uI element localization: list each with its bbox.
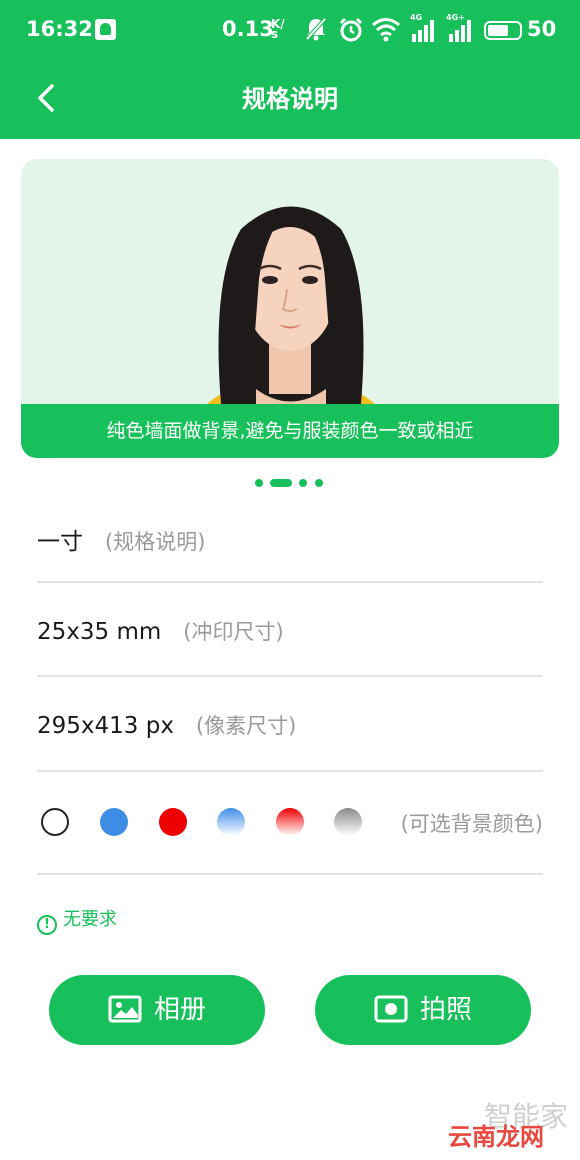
camera-label: 拍照 <box>419 995 472 1025</box>
spec-row-size: 一寸 (规格说明) <box>37 488 543 583</box>
spec-row-print-size: 25x35 mm (冲印尺寸) <box>37 582 543 677</box>
camera-button[interactable]: 拍照 <box>315 975 531 1045</box>
battery-level: 50 <box>527 17 557 41</box>
spec-pixel-size-value: 295x413 px <box>37 713 174 739</box>
background-color-note: (可选背景颜色) <box>400 812 543 836</box>
album-button[interactable]: 相册 <box>49 975 265 1045</box>
network-speed: 0.13 <box>222 17 274 41</box>
network-type-1: 4G <box>410 13 423 22</box>
mute-bell-icon <box>305 17 327 41</box>
requirement-text: 无要求 <box>63 909 117 930</box>
swatch-gray-gradient[interactable] <box>334 808 362 836</box>
watermark-logo: 云南龙网 <box>448 1123 544 1151</box>
camera-icon <box>374 995 408 1023</box>
banner-caption: 纯色墙面做背景,避免与服装颜色一致或相近 <box>21 404 559 458</box>
spec-size-value: 一寸 <box>37 529 83 555</box>
spec-pixel-size-note: (像素尺寸) <box>195 714 297 738</box>
album-label: 相册 <box>153 995 206 1025</box>
alarm-icon <box>339 17 363 42</box>
carousel-dot-active[interactable] <box>270 479 292 487</box>
carousel-dot[interactable] <box>299 479 307 487</box>
swatch-white[interactable] <box>41 808 69 836</box>
carousel-dot[interactable] <box>255 479 263 487</box>
app-header: 规格说明 <box>0 62 580 139</box>
status-bar: 16:32 0.13 K/s 4G 4G+ 50 <box>0 0 580 62</box>
network-type-2: 4G+ <box>446 13 465 22</box>
background-color-options: (可选背景颜色) <box>37 771 543 875</box>
spec-size-note: (规格说明) <box>105 530 206 554</box>
spec-row-pixel-size: 295x413 px (像素尺寸) <box>37 677 543 772</box>
example-banner[interactable]: 纯色墙面做背景,避免与服装颜色一致或相近 <box>21 159 559 458</box>
swatch-blue[interactable] <box>100 808 128 836</box>
notification-icon <box>95 19 116 40</box>
spec-print-size-note: (冲印尺寸) <box>183 620 284 644</box>
carousel-dot[interactable] <box>315 479 323 487</box>
wifi-icon <box>372 18 400 42</box>
battery-icon <box>484 21 522 40</box>
swatch-blue-gradient[interactable] <box>217 808 245 836</box>
spec-print-size-value: 25x35 mm <box>37 619 162 645</box>
status-time: 16:32 <box>26 17 93 41</box>
info-icon: ! <box>37 915 57 935</box>
requirement-notice: ! 无要求 <box>37 905 117 935</box>
image-icon <box>108 995 142 1023</box>
swatch-red-gradient[interactable] <box>276 808 304 836</box>
page-title: 规格说明 <box>242 85 338 113</box>
network-speed-unit: K/s <box>271 17 285 41</box>
swatch-red[interactable] <box>159 808 187 836</box>
